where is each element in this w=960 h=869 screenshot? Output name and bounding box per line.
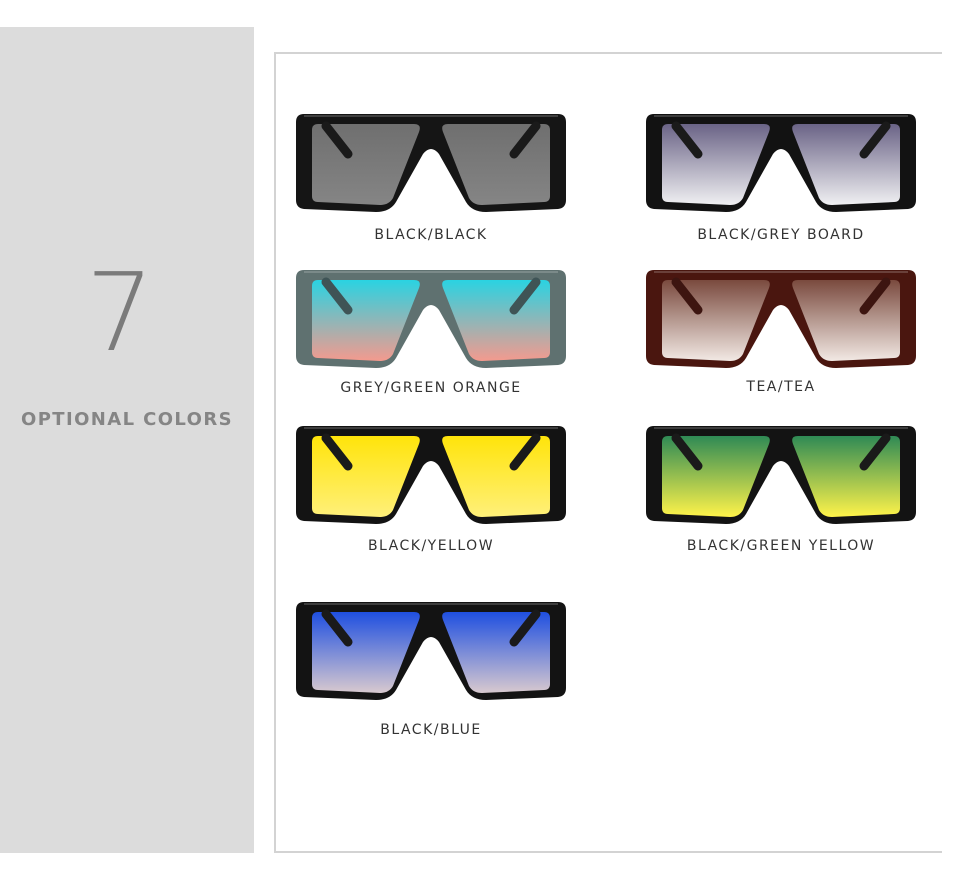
sunglasses-image [646, 114, 916, 212]
sunglasses-image [646, 426, 916, 524]
sunglasses-image [296, 270, 566, 368]
variant-caption: BLACK/BLACK [374, 227, 488, 243]
side-panel: 7 OPTIONAL COLORS [0, 27, 254, 853]
variant-caption: BLACK/YELLOW [367, 538, 495, 554]
variant-caption: BLACK/GREEN YELLOW [686, 538, 876, 554]
sunglasses-image [296, 426, 566, 524]
color-variant-item: GREY/GREEN ORANGE [286, 266, 576, 416]
sunglasses-image [296, 114, 566, 212]
variant-caption: TEA/TEA [746, 379, 816, 395]
optional-colors-label: OPTIONAL COLORS [21, 409, 233, 430]
color-count: 7 [85, 251, 155, 376]
color-variant-item: BLACK/GREEN YELLOW [636, 422, 926, 572]
sunglasses-image [646, 270, 916, 368]
variant-caption: GREY/GREEN ORANGE [340, 380, 522, 396]
color-variant-item: BLACK/BLUE [286, 598, 576, 748]
color-variant-item: BLACK/GREY BOARD [636, 110, 926, 260]
variant-caption: BLACK/GREY BOARD [697, 227, 865, 243]
variant-caption: BLACK/BLUE [380, 722, 482, 738]
sunglasses-image [296, 602, 566, 700]
color-variant-item: TEA/TEA [636, 266, 926, 416]
color-variant-item: BLACK/BLACK [286, 110, 576, 260]
color-variant-item: BLACK/YELLOW [286, 422, 576, 572]
